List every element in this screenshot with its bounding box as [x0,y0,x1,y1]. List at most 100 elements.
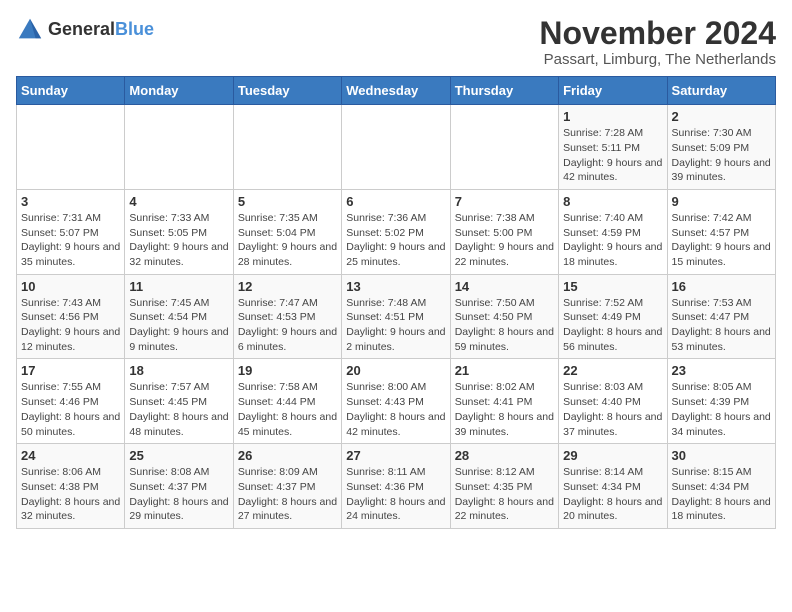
day-cell: 25 Sunrise: 8:08 AMSunset: 4:37 PMDayligh… [125,444,233,529]
day-info: Sunrise: 8:15 AMSunset: 4:34 PMDaylight:… [672,465,771,524]
day-cell: 2 Sunrise: 7:30 AMSunset: 5:09 PMDaylight… [667,105,775,190]
calendar-table: SundayMondayTuesdayWednesdayThursdayFrid… [16,76,776,529]
title-area: November 2024 Passart, Limburg, The Neth… [539,16,776,68]
day-cell: 15 Sunrise: 7:52 AMSunset: 4:49 PMDayligh… [559,274,667,359]
day-info: Sunrise: 8:08 AMSunset: 4:37 PMDaylight:… [129,465,228,524]
day-number: 23 [672,363,771,378]
day-cell: 18 Sunrise: 7:57 AMSunset: 4:45 PMDayligh… [125,359,233,444]
day-number: 6 [346,194,445,209]
month-year: November 2024 [539,16,776,51]
day-number: 3 [21,194,120,209]
logo-icon [16,16,44,44]
day-cell: 27Sunrise: 8:11 AMSunset: 4:36 PMDayligh… [342,444,450,529]
day-info: Sunrise: 7:58 AMSunset: 4:44 PMDaylight:… [238,380,337,439]
day-info: Sunrise: 8:06 AMSunset: 4:38 PMDaylight:… [21,465,120,524]
day-cell: 21Sunrise: 8:02 AMSunset: 4:41 PMDayligh… [450,359,558,444]
day-info: Sunrise: 7:57 AMSunset: 4:45 PMDaylight:… [129,380,228,439]
day-number: 18 [129,363,228,378]
day-cell: 8Sunrise: 7:40 AMSunset: 4:59 PMDaylight… [559,189,667,274]
day-info: Sunrise: 7:30 AMSunset: 5:09 PMDaylight:… [672,126,771,185]
header-cell-monday: Monday [125,77,233,105]
day-info: Sunrise: 8:00 AMSunset: 4:43 PMDaylight:… [346,380,445,439]
day-number: 22 [563,363,662,378]
day-number: 24 [21,448,120,463]
day-info: Sunrise: 7:52 AMSunset: 4:49 PMDaylight:… [563,296,662,355]
day-cell: 22 Sunrise: 8:03 AMSunset: 4:40 PMDayligh… [559,359,667,444]
calendar-body: 1 Sunrise: 7:28 AMSunset: 5:11 PMDaylight… [17,105,776,529]
day-cell: 24 Sunrise: 8:06 AMSunset: 4:38 PMDayligh… [17,444,125,529]
day-number: 28 [455,448,554,463]
header: GeneralBlue November 2024 Passart, Limbu… [16,16,776,68]
day-cell: 26 Sunrise: 8:09 AMSunset: 4:37 PMDayligh… [233,444,341,529]
day-info: Sunrise: 8:03 AMSunset: 4:40 PMDaylight:… [563,380,662,439]
day-info: Sunrise: 7:42 AMSunset: 4:57 PMDaylight:… [672,211,771,270]
week-row-2: 10 Sunrise: 7:43 AMSunset: 4:56 PMDayligh… [17,274,776,359]
day-number: 30 [672,448,771,463]
day-number: 25 [129,448,228,463]
day-cell: 4Sunrise: 7:33 AMSunset: 5:05 PMDaylight… [125,189,233,274]
day-cell: 5Sunrise: 7:35 AMSunset: 5:04 PMDaylight… [233,189,341,274]
day-number: 12 [238,279,337,294]
day-cell: 9 Sunrise: 7:42 AMSunset: 4:57 PMDaylight… [667,189,775,274]
day-cell: 14Sunrise: 7:50 AMSunset: 4:50 PMDayligh… [450,274,558,359]
day-cell: 7 Sunrise: 7:38 AMSunset: 5:00 PMDaylight… [450,189,558,274]
location: Passart, Limburg, The Netherlands [539,51,776,68]
day-info: Sunrise: 7:38 AMSunset: 5:00 PMDaylight:… [455,211,554,270]
header-cell-saturday: Saturday [667,77,775,105]
day-info: Sunrise: 8:09 AMSunset: 4:37 PMDaylight:… [238,465,337,524]
day-number: 1 [563,109,662,124]
day-number: 21 [455,363,554,378]
day-info: Sunrise: 7:50 AMSunset: 4:50 PMDaylight:… [455,296,554,355]
day-number: 11 [129,279,228,294]
day-cell: 11Sunrise: 7:45 AMSunset: 4:54 PMDayligh… [125,274,233,359]
day-info: Sunrise: 8:05 AMSunset: 4:39 PMDaylight:… [672,380,771,439]
day-number: 9 [672,194,771,209]
day-cell: 23 Sunrise: 8:05 AMSunset: 4:39 PMDayligh… [667,359,775,444]
day-cell: 12Sunrise: 7:47 AMSunset: 4:53 PMDayligh… [233,274,341,359]
week-row-3: 17 Sunrise: 7:55 AMSunset: 4:46 PMDayligh… [17,359,776,444]
day-number: 29 [563,448,662,463]
calendar-header: SundayMondayTuesdayWednesdayThursdayFrid… [17,77,776,105]
day-info: Sunrise: 8:12 AMSunset: 4:35 PMDaylight:… [455,465,554,524]
header-row: SundayMondayTuesdayWednesdayThursdayFrid… [17,77,776,105]
day-info: Sunrise: 7:36 AMSunset: 5:02 PMDaylight:… [346,211,445,270]
day-number: 2 [672,109,771,124]
day-cell: 3 Sunrise: 7:31 AMSunset: 5:07 PMDaylight… [17,189,125,274]
day-number: 17 [21,363,120,378]
day-cell: 13Sunrise: 7:48 AMSunset: 4:51 PMDayligh… [342,274,450,359]
day-info: Sunrise: 7:55 AMSunset: 4:46 PMDaylight:… [21,380,120,439]
day-number: 19 [238,363,337,378]
day-cell: 16 Sunrise: 7:53 AMSunset: 4:47 PMDayligh… [667,274,775,359]
logo: GeneralBlue [16,16,154,44]
day-cell: 20 Sunrise: 8:00 AMSunset: 4:43 PMDayligh… [342,359,450,444]
day-info: Sunrise: 7:28 AMSunset: 5:11 PMDaylight:… [563,126,662,185]
day-number: 26 [238,448,337,463]
day-info: Sunrise: 8:14 AMSunset: 4:34 PMDaylight:… [563,465,662,524]
header-cell-wednesday: Wednesday [342,77,450,105]
day-info: Sunrise: 7:31 AMSunset: 5:07 PMDaylight:… [21,211,120,270]
day-number: 13 [346,279,445,294]
day-cell: 28 Sunrise: 8:12 AMSunset: 4:35 PMDayligh… [450,444,558,529]
day-cell: 19 Sunrise: 7:58 AMSunset: 4:44 PMDayligh… [233,359,341,444]
day-cell [125,105,233,190]
day-number: 15 [563,279,662,294]
header-cell-tuesday: Tuesday [233,77,341,105]
day-number: 10 [21,279,120,294]
day-cell: 1 Sunrise: 7:28 AMSunset: 5:11 PMDaylight… [559,105,667,190]
day-number: 5 [238,194,337,209]
day-number: 16 [672,279,771,294]
day-number: 27 [346,448,445,463]
week-row-4: 24 Sunrise: 8:06 AMSunset: 4:38 PMDayligh… [17,444,776,529]
header-cell-friday: Friday [559,77,667,105]
day-number: 7 [455,194,554,209]
day-cell: 6 Sunrise: 7:36 AMSunset: 5:02 PMDaylight… [342,189,450,274]
day-info: Sunrise: 7:43 AMSunset: 4:56 PMDaylight:… [21,296,120,355]
day-info: Sunrise: 7:53 AMSunset: 4:47 PMDaylight:… [672,296,771,355]
day-cell: 17 Sunrise: 7:55 AMSunset: 4:46 PMDayligh… [17,359,125,444]
day-number: 20 [346,363,445,378]
week-row-1: 3 Sunrise: 7:31 AMSunset: 5:07 PMDaylight… [17,189,776,274]
day-cell: 10 Sunrise: 7:43 AMSunset: 4:56 PMDayligh… [17,274,125,359]
header-cell-thursday: Thursday [450,77,558,105]
day-cell [450,105,558,190]
week-row-0: 1 Sunrise: 7:28 AMSunset: 5:11 PMDaylight… [17,105,776,190]
